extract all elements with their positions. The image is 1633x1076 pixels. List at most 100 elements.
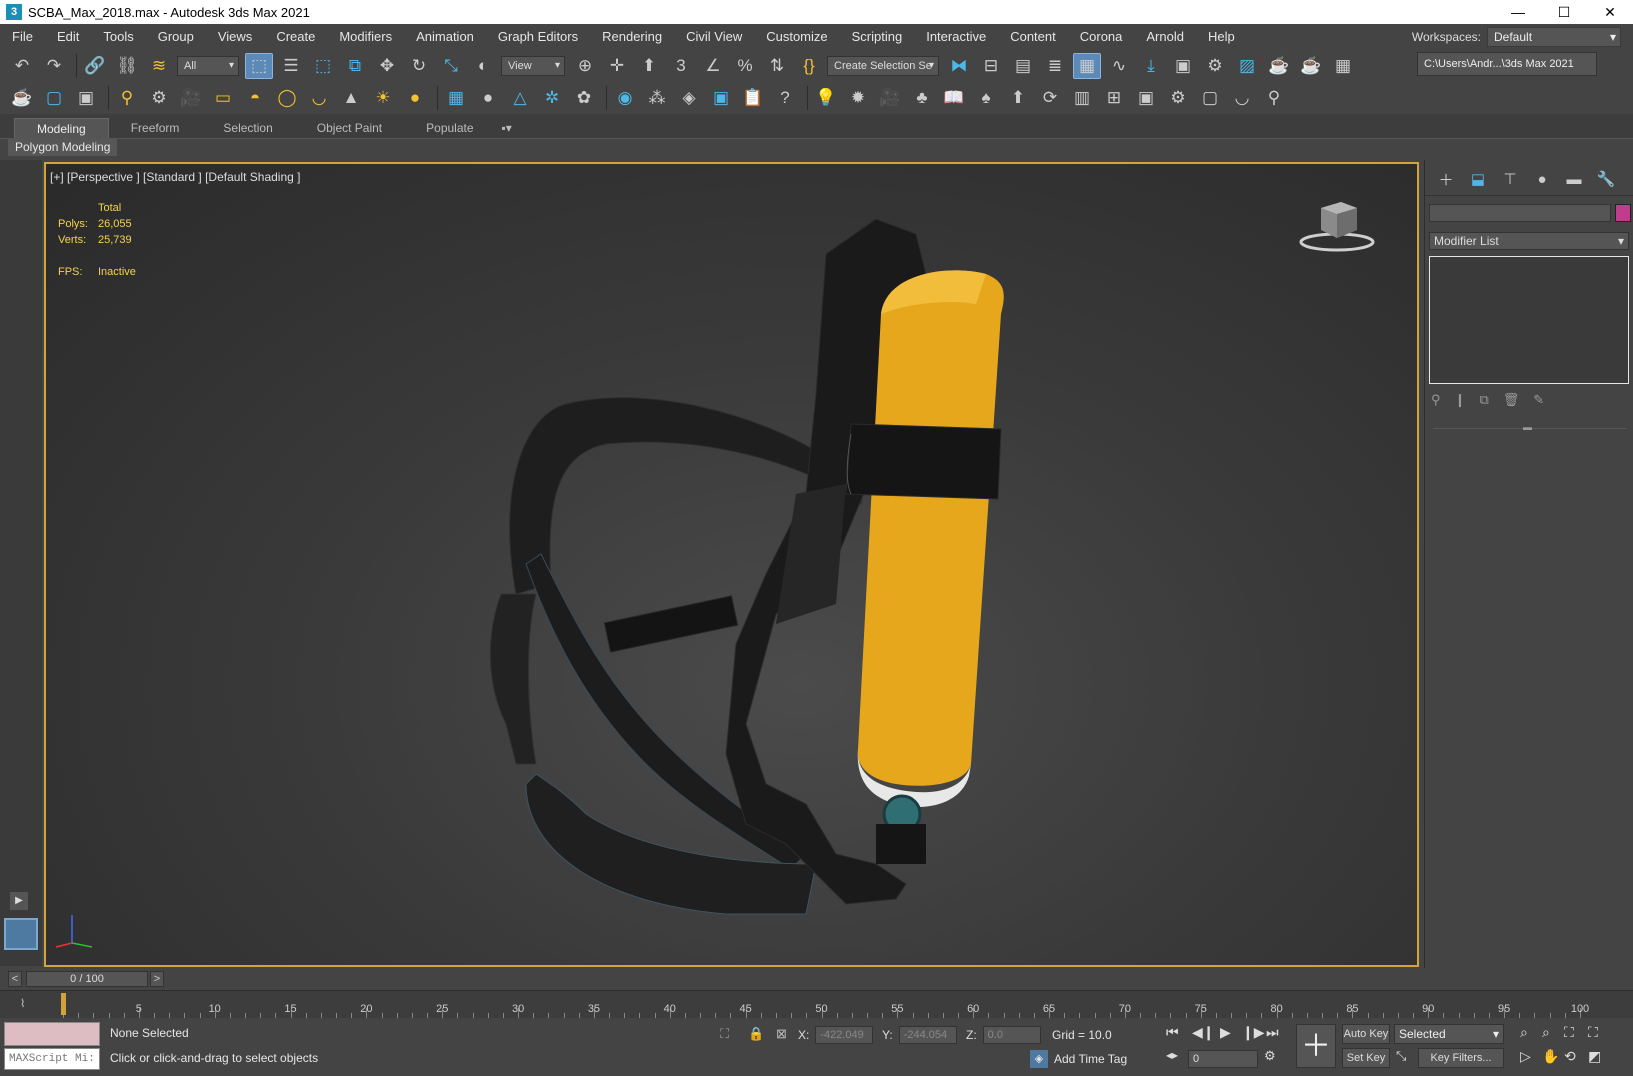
perspective-viewport[interactable]: [+] [Perspective ] [Standard ] [Default …	[44, 162, 1419, 967]
lock-icon[interactable]: 🔒	[748, 1026, 764, 1042]
keyboard-shortcut-icon[interactable]: ⬆	[635, 53, 663, 79]
menu-content[interactable]: Content	[998, 24, 1068, 50]
toggle-scene-explorer-icon[interactable]: ▤	[1009, 53, 1037, 79]
expand-layout-icon[interactable]: ▶	[10, 892, 28, 910]
mini-curve-editor-icon[interactable]: ⌇	[20, 997, 25, 1010]
dish-icon[interactable]: ◡	[1228, 85, 1256, 111]
percent-snap-icon[interactable]: %	[731, 53, 759, 79]
menu-create[interactable]: Create	[264, 24, 327, 50]
isolate-icon[interactable]: ⛶	[720, 1026, 729, 1042]
reference-coord-dropdown[interactable]: View	[501, 56, 565, 76]
select-by-name-icon[interactable]: ☰	[277, 53, 305, 79]
sphere-material-icon[interactable]: ◉	[611, 85, 639, 111]
menu-corona[interactable]: Corona	[1068, 24, 1135, 50]
z-field[interactable]: 0.0	[982, 1026, 1041, 1044]
menu-help[interactable]: Help	[1196, 24, 1247, 50]
light-bulb-icon[interactable]: 💡	[812, 85, 840, 111]
prev-frame-icon[interactable]: <	[8, 971, 22, 987]
menu-tools[interactable]: Tools	[91, 24, 145, 50]
tab-modeling[interactable]: Modeling	[14, 118, 109, 138]
go-to-start-icon[interactable]: ⏮	[1166, 1024, 1179, 1041]
pivot-center-icon[interactable]: ⊕	[571, 53, 599, 79]
transform-mode-icon[interactable]: ⊠	[776, 1026, 787, 1042]
play-icon[interactable]: ▶	[1220, 1024, 1231, 1041]
utilities-tab-icon[interactable]: 🔧	[1593, 168, 1619, 190]
field-of-view-icon[interactable]: ▷	[1520, 1048, 1531, 1065]
select-manipulate-icon[interactable]: ✛	[603, 53, 631, 79]
project-folder-dropdown[interactable]: C:\Users\Andr...\3ds Max 2021	[1417, 52, 1597, 76]
cone-icon[interactable]: ▲	[337, 85, 365, 111]
place-icon[interactable]: ◐	[469, 53, 497, 79]
object-name-field[interactable]	[1429, 204, 1611, 222]
zoom-all-icon[interactable]: ⌕	[1542, 1024, 1550, 1041]
video-icon[interactable]: ⚙	[1164, 85, 1192, 111]
camera-rig-icon[interactable]: 🎥	[876, 85, 904, 111]
zoom-extents-icon[interactable]: ⛶	[1564, 1024, 1574, 1041]
object-color-swatch[interactable]	[1615, 204, 1631, 222]
viewcube[interactable]	[1297, 194, 1377, 254]
menu-interactive[interactable]: Interactive	[914, 24, 998, 50]
refresh-icon[interactable]: ⟳	[1036, 85, 1064, 111]
viewport-layout-tile[interactable]	[4, 918, 38, 950]
maximize-icon[interactable]: ☐	[1541, 0, 1587, 24]
time-cursor[interactable]	[61, 993, 66, 1015]
teapot-icon[interactable]: ☕	[8, 85, 36, 111]
tab-freeform[interactable]: Freeform	[109, 118, 202, 138]
track-bar[interactable]: ⌇ 5 10 15 20 25 30 35 40 45 50 55 60 65 70 75 80 85 90 95 1…	[0, 990, 1633, 1018]
tab-populate[interactable]: Populate	[404, 118, 495, 138]
time-slider[interactable]: 0 / 100	[26, 971, 148, 987]
angle-snap-icon[interactable]: ∠	[699, 53, 727, 79]
mirror-icon[interactable]: ⧓	[945, 53, 973, 79]
color-balls-icon[interactable]: ⁂	[643, 85, 671, 111]
render-production-icon[interactable]: ☕	[1265, 53, 1293, 79]
clipboard-icon[interactable]: 📋	[739, 85, 767, 111]
time-config-arrows-icon[interactable]: ◂▸	[1166, 1048, 1178, 1062]
ribbon-options-icon[interactable]: ▪▾	[496, 118, 518, 138]
menu-views[interactable]: Views	[206, 24, 264, 50]
plane-icon[interactable]: ▭	[209, 85, 237, 111]
minimize-icon[interactable]: —	[1495, 0, 1541, 24]
remove-modifier-icon[interactable]: 🗑	[1503, 392, 1520, 408]
link-icon[interactable]: 🔗	[81, 53, 109, 79]
add-time-tag[interactable]: ◈ Add Time Tag	[1030, 1050, 1127, 1068]
modifier-list-dropdown[interactable]: Modifier List	[1429, 232, 1629, 250]
zoom-icon[interactable]: ⌕	[1520, 1024, 1528, 1041]
panel-grip-icon[interactable]: ▬	[1523, 422, 1532, 432]
menu-modifiers[interactable]: Modifiers	[327, 24, 404, 50]
tab-selection[interactable]: Selection	[201, 118, 294, 138]
tab-object-paint[interactable]: Object Paint	[295, 118, 404, 138]
rocket-icon[interactable]: ⬆	[1004, 85, 1032, 111]
current-frame-field[interactable]: 0	[1188, 1050, 1258, 1068]
framebuffer-icon[interactable]: ▣	[1132, 85, 1160, 111]
window-crossing-icon[interactable]: ⧉	[341, 53, 369, 79]
next-key-icon[interactable]: ❙▶	[1242, 1024, 1265, 1041]
arnold-icon[interactable]: ◈	[675, 85, 703, 111]
gear-icon[interactable]: ✲	[538, 85, 566, 111]
hemisphere-icon[interactable]: ◓	[241, 85, 269, 111]
make-unique-icon[interactable]: ⧉	[1479, 392, 1488, 408]
render-icon[interactable]: ▢	[40, 85, 68, 111]
menu-scripting[interactable]: Scripting	[840, 24, 915, 50]
modify-tab-icon[interactable]: ⬓	[1465, 168, 1491, 190]
environment-icon[interactable]: ▣	[72, 85, 100, 111]
key-tangent-icon[interactable]: ⤡	[1396, 1048, 1406, 1064]
schematic-view-icon[interactable]: ⤓	[1137, 53, 1165, 79]
orbit-icon[interactable]: ⟲	[1564, 1048, 1576, 1065]
rotate-icon[interactable]: ↻	[405, 53, 433, 79]
menu-animation[interactable]: Animation	[404, 24, 486, 50]
material-editor-icon[interactable]: ▣	[1169, 53, 1197, 79]
bowl-icon[interactable]: ◡	[305, 85, 333, 111]
close-icon[interactable]: ✕	[1587, 0, 1633, 24]
menu-graph-editors[interactable]: Graph Editors	[486, 24, 590, 50]
bulb-outline-icon[interactable]: ⚲	[1260, 85, 1288, 111]
key-mode-dropdown[interactable]: Selected	[1394, 1024, 1504, 1044]
maxscript-mini-listener[interactable]: MAXScript Mi:	[4, 1048, 100, 1070]
forest-icon[interactable]: ♣	[908, 85, 936, 111]
cube-material-icon[interactable]: ▣	[707, 85, 735, 111]
pan-icon[interactable]: ✋	[1542, 1048, 1559, 1065]
help-icon[interactable]: ?	[771, 85, 799, 111]
workspace-dropdown[interactable]: Default	[1487, 27, 1621, 47]
move-icon[interactable]: ✥	[373, 53, 401, 79]
undo-icon[interactable]: ↶	[8, 53, 36, 79]
sphere-icon[interactable]: ◯	[273, 85, 301, 111]
